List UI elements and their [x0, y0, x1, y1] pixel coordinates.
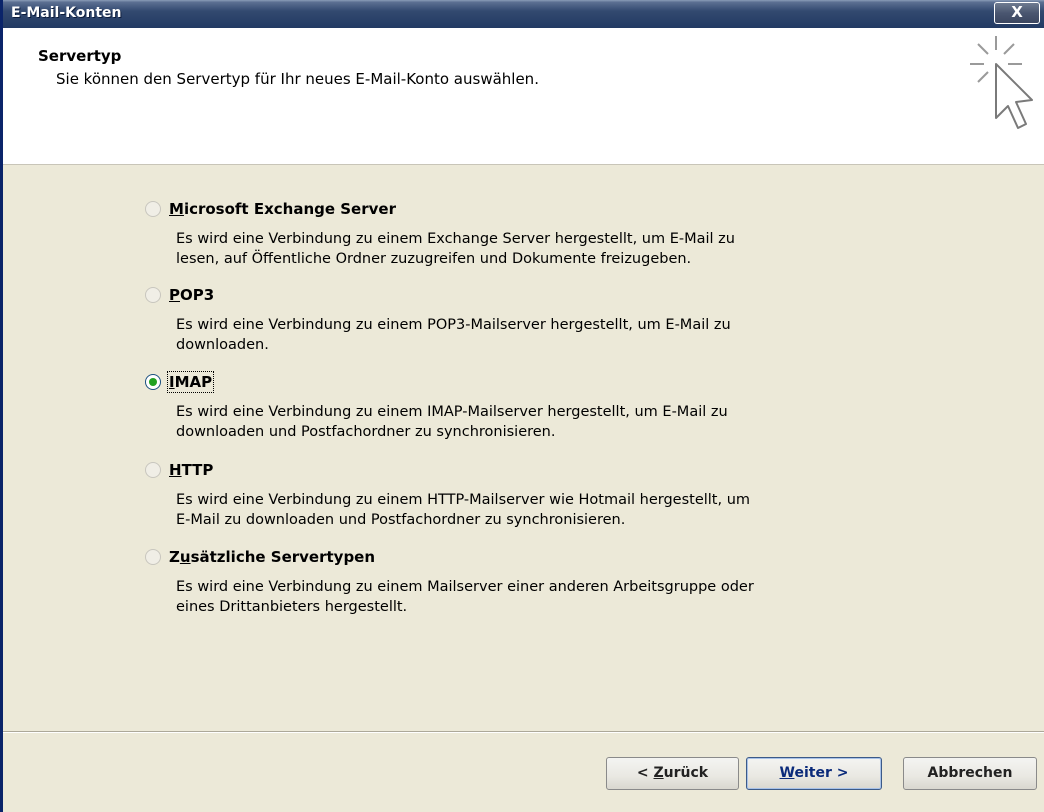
wizard-header: Servertyp Sie können den Servertyp für I… [3, 28, 1044, 165]
option-additional-server-types: Zusätzliche Servertypen Es wird eine Ver… [145, 545, 885, 617]
option-pop3: POP3 Es wird eine Verbindung zu einem PO… [145, 283, 885, 355]
title-bar[interactable]: E-Mail-Konten X [3, 0, 1044, 28]
radio-pop3[interactable] [145, 287, 161, 303]
radio-exchange[interactable] [145, 201, 161, 217]
option-exchange: Microsoft Exchange Server Es wird eine V… [145, 197, 885, 269]
radio-imap-row[interactable]: IMAP [145, 370, 885, 394]
option-additional-description: Es wird eine Verbindung zu einem Mailser… [176, 579, 754, 615]
server-type-options: Microsoft Exchange Server Es wird eine V… [3, 165, 1044, 731]
radio-http[interactable] [145, 462, 161, 478]
option-http: HTTP Es wird eine Verbindung zu einem HT… [145, 458, 885, 530]
page-subtitle: Sie können den Servertyp für Ihr neues E… [56, 70, 539, 88]
option-exchange-description: Es wird eine Verbindung zu einem Exchang… [176, 231, 735, 267]
radio-pop3-label[interactable]: POP3 [169, 286, 214, 304]
radio-additional-label[interactable]: Zusätzliche Servertypen [169, 548, 375, 566]
radio-additional[interactable] [145, 549, 161, 565]
radio-imap[interactable] [145, 374, 161, 390]
radio-imap-label[interactable]: IMAP [166, 371, 215, 393]
window-title: E-Mail-Konten [11, 5, 122, 21]
radio-http-label[interactable]: HTTP [169, 461, 213, 479]
option-imap-description: Es wird eine Verbindung zu einem IMAP-Ma… [176, 404, 728, 440]
page-title: Servertyp [38, 47, 122, 65]
close-button[interactable]: X [994, 2, 1040, 24]
radio-http-row[interactable]: HTTP [145, 458, 885, 482]
radio-exchange-row[interactable]: Microsoft Exchange Server [145, 197, 885, 221]
cursor-sparkle-icon [970, 36, 1033, 129]
radio-pop3-row[interactable]: POP3 [145, 283, 885, 307]
radio-exchange-label[interactable]: Microsoft Exchange Server [169, 200, 396, 218]
option-http-description: Es wird eine Verbindung zu einem HTTP-Ma… [176, 492, 751, 528]
footer-divider [3, 731, 1044, 733]
radio-additional-row[interactable]: Zusätzliche Servertypen [145, 545, 885, 569]
close-icon: X [1011, 3, 1023, 21]
next-button[interactable]: Weiter > [746, 757, 882, 790]
option-pop3-description: Es wird eine Verbindung zu einem POP3-Ma… [176, 317, 731, 353]
back-button[interactable]: < Zurück [606, 757, 739, 790]
cancel-button[interactable]: Abbrechen [903, 757, 1037, 790]
email-accounts-dialog: E-Mail-Konten X Servertyp Sie können den… [0, 0, 1044, 812]
option-imap: IMAP Es wird eine Verbindung zu einem IM… [145, 370, 885, 442]
